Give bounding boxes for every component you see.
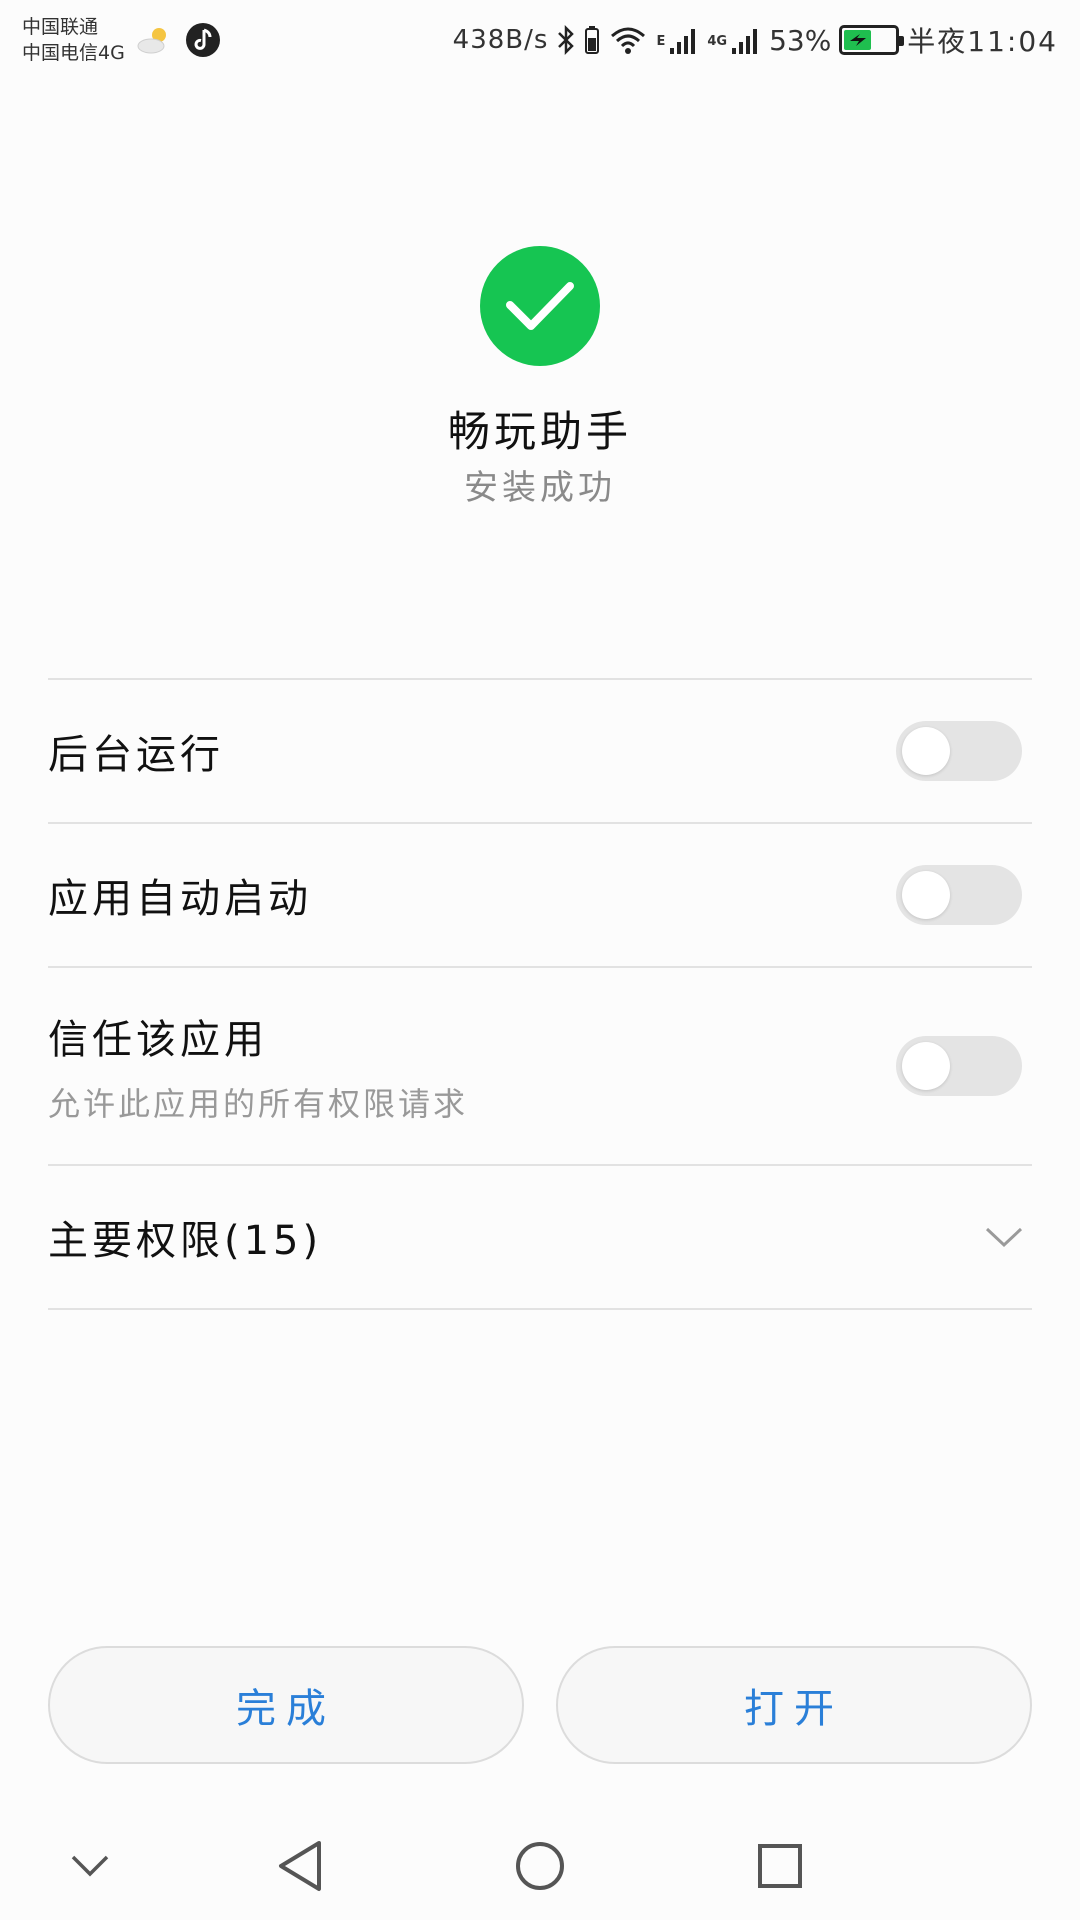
battery-percent: 53% bbox=[769, 23, 832, 57]
bluetooth-battery-icon bbox=[584, 24, 600, 56]
setting-text: 主要权限(15) bbox=[48, 1208, 322, 1266]
setting-text: 应用自动启动 bbox=[48, 866, 312, 924]
signal-1-type: E bbox=[656, 34, 666, 49]
app-name: 畅玩助手 bbox=[447, 407, 632, 456]
clock: 半夜11:04 bbox=[907, 25, 1058, 58]
signal-1-icon bbox=[669, 24, 699, 56]
setting-row-auto-start[interactable]: 应用自动启动 bbox=[48, 824, 1032, 968]
wifi-icon bbox=[608, 24, 648, 56]
net-speed: 438B/s bbox=[452, 25, 549, 55]
setting-text: 后台运行 bbox=[48, 722, 224, 780]
navigation-bar bbox=[0, 1812, 1080, 1920]
music-app-icon bbox=[185, 22, 221, 58]
setting-title: 信任该应用 bbox=[48, 1017, 268, 1063]
signal-2-icon bbox=[731, 24, 761, 56]
setting-title: 后台运行 bbox=[48, 732, 224, 778]
permissions-row[interactable]: 主要权限(15) bbox=[48, 1166, 1032, 1310]
chevron-down-icon[interactable] bbox=[984, 1225, 1024, 1249]
done-button[interactable]: 完成 bbox=[48, 1646, 524, 1764]
open-button[interactable]: 打开 bbox=[556, 1646, 1032, 1764]
back-triangle-icon[interactable] bbox=[260, 1826, 340, 1906]
signal-2-type: 4G bbox=[707, 34, 728, 49]
background-run-toggle[interactable] bbox=[896, 721, 1022, 781]
settings-list: 后台运行 应用自动启动 信任该应用 允许此应用的所有权限请求 主要权限(15) bbox=[48, 678, 1032, 1310]
toggle-knob bbox=[902, 727, 950, 775]
permissions-title: 主要权限(15) bbox=[48, 1218, 323, 1264]
battery-level-fill bbox=[844, 30, 871, 50]
setting-row-trust-app[interactable]: 信任该应用 允许此应用的所有权限请求 bbox=[48, 968, 1032, 1166]
toggle-knob bbox=[902, 1042, 950, 1090]
setting-subtitle: 允许此应用的所有权限请求 bbox=[48, 1085, 469, 1123]
success-badge bbox=[480, 246, 600, 366]
status-bar: 中国联通 中国电信4G 438B/s E 4G 53% 半夜11:04 bbox=[0, 0, 1080, 80]
status-bar-left: 中国联通 中国电信4G bbox=[22, 14, 221, 66]
carrier-info: 中国联通 中国电信4G bbox=[22, 14, 125, 66]
charging-bolt-icon bbox=[849, 34, 866, 46]
checkmark-icon bbox=[506, 282, 574, 330]
trust-app-toggle[interactable] bbox=[896, 1036, 1022, 1096]
install-status: 安装成功 bbox=[464, 468, 616, 508]
auto-start-toggle[interactable] bbox=[896, 865, 1022, 925]
weather-icon bbox=[135, 24, 175, 56]
recents-square-icon[interactable] bbox=[740, 1826, 820, 1906]
carrier-2-label: 中国电信4G bbox=[22, 42, 125, 64]
toggle-knob bbox=[902, 871, 950, 919]
chevron-down-icon[interactable] bbox=[50, 1826, 130, 1906]
bluetooth-icon bbox=[556, 24, 576, 56]
home-circle-icon[interactable] bbox=[500, 1826, 580, 1906]
setting-text: 信任该应用 允许此应用的所有权限请求 bbox=[48, 1007, 468, 1125]
carrier-1-label: 中国联通 bbox=[22, 16, 99, 38]
status-bar-right: 438B/s E 4G 53% 半夜11:04 bbox=[453, 20, 1058, 60]
setting-row-background-run[interactable]: 后台运行 bbox=[48, 680, 1032, 824]
setting-title: 应用自动启动 bbox=[48, 876, 312, 922]
battery-icon bbox=[839, 25, 905, 55]
